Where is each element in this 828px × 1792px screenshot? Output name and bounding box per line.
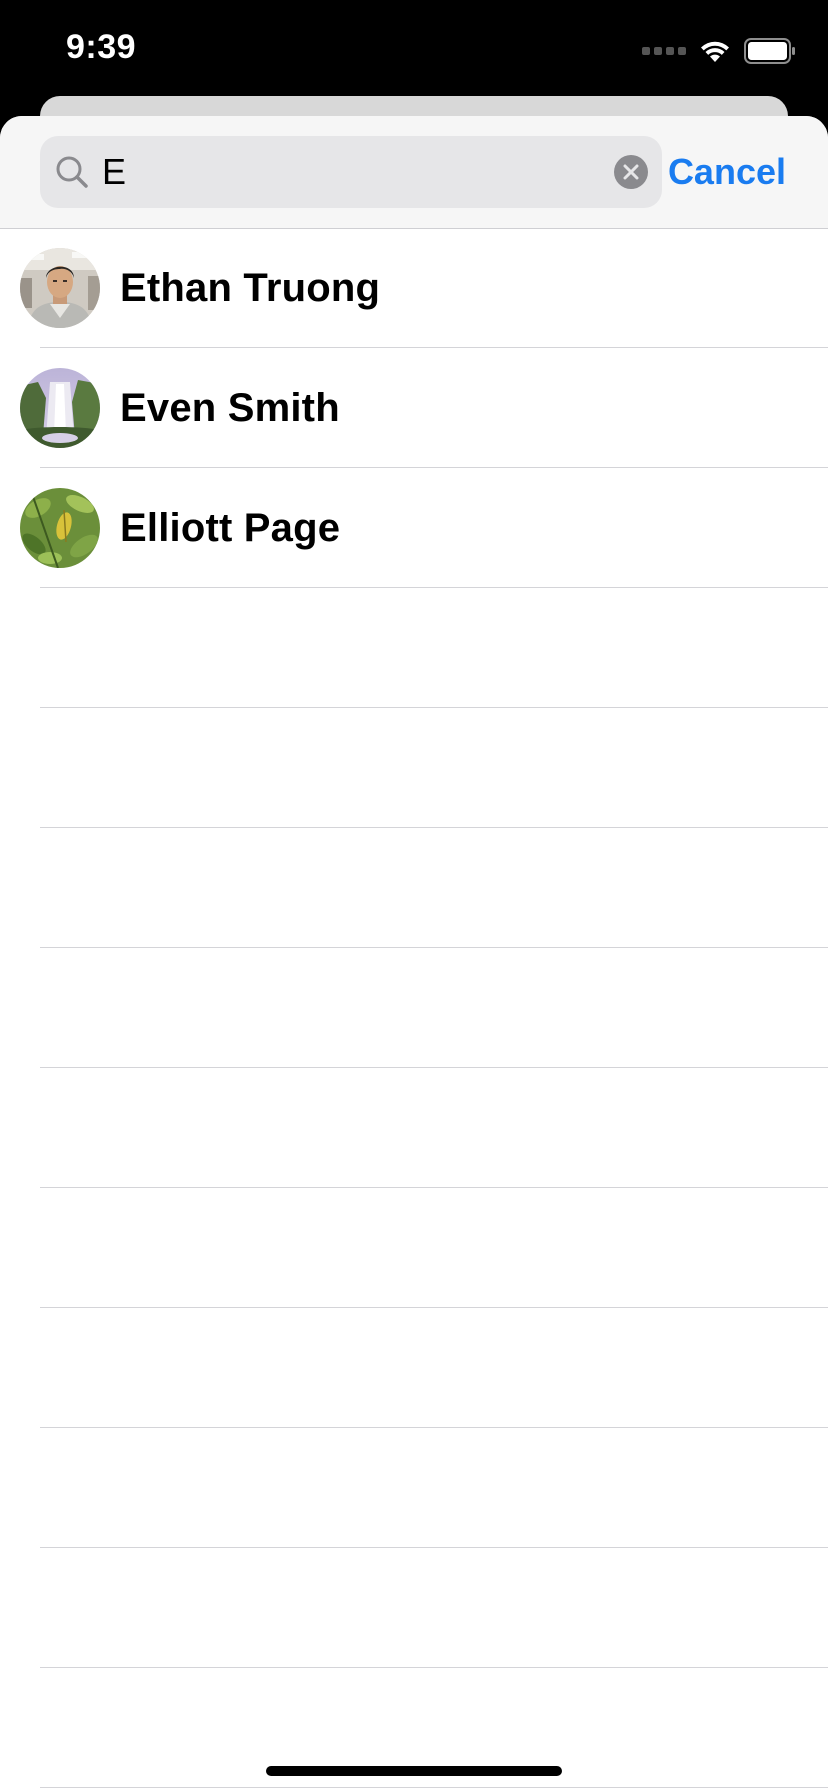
empty-row xyxy=(0,1548,828,1668)
empty-row xyxy=(0,1068,828,1188)
cancel-button[interactable]: Cancel xyxy=(668,136,786,208)
status-indicators xyxy=(642,36,796,66)
contact-row[interactable]: Even Smith xyxy=(0,348,828,468)
search-header: E Cancel xyxy=(0,116,828,229)
empty-row xyxy=(0,708,828,828)
search-field[interactable]: E xyxy=(40,136,662,208)
empty-row xyxy=(0,948,828,1068)
search-input[interactable]: E xyxy=(102,136,126,208)
avatar-leaves-photo xyxy=(20,488,100,568)
status-bar: 9:39 xyxy=(0,0,828,96)
home-indicator xyxy=(266,1766,562,1776)
contact-row[interactable]: Elliott Page xyxy=(0,468,828,588)
wifi-icon xyxy=(701,41,729,62)
clear-search-icon[interactable] xyxy=(614,155,648,189)
empty-row xyxy=(0,1188,828,1308)
battery-icon xyxy=(744,38,795,64)
contact-name: Elliott Page xyxy=(120,506,341,550)
empty-row xyxy=(0,1308,828,1428)
empty-row xyxy=(0,828,828,948)
contact-search-sheet: E Cancel Ethan Truong Even Smith Elliott… xyxy=(0,116,828,1792)
avatar-waterfall-photo xyxy=(20,368,100,448)
empty-row xyxy=(0,588,828,708)
empty-row xyxy=(0,1428,828,1548)
avatar-person-photo xyxy=(20,248,100,328)
cellular-signal-icon xyxy=(642,47,686,55)
contact-row[interactable]: Ethan Truong xyxy=(0,228,828,348)
contact-results-list: Ethan Truong Even Smith Elliott Page xyxy=(0,228,828,1788)
status-time: 9:39 xyxy=(66,28,137,66)
contact-name: Even Smith xyxy=(120,386,340,430)
search-icon xyxy=(56,156,88,188)
contact-name: Ethan Truong xyxy=(120,266,381,310)
